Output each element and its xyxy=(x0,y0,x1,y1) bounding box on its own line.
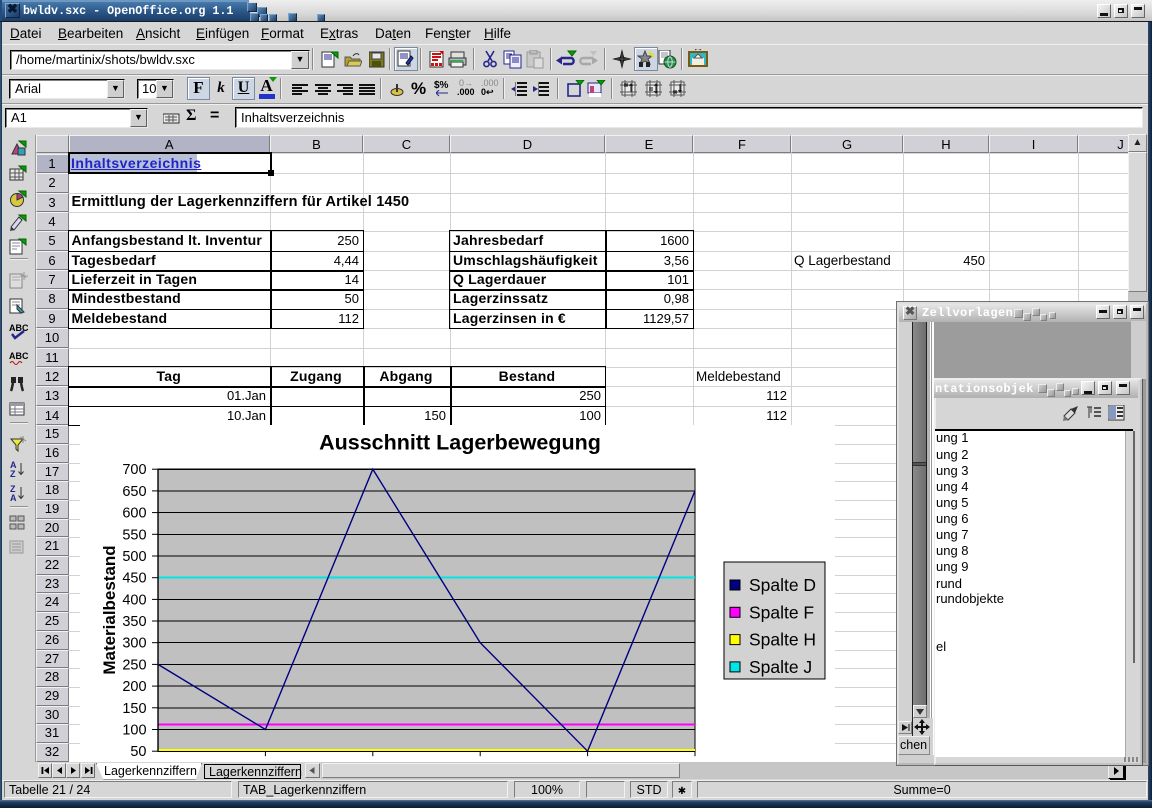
svg-text:600: 600 xyxy=(122,505,146,521)
svg-text:ABC: ABC xyxy=(9,351,28,361)
svg-text:150: 150 xyxy=(122,701,146,717)
svg-text:550: 550 xyxy=(122,527,146,543)
svg-text:Spalte J: Spalte J xyxy=(749,657,812,677)
svg-text:300: 300 xyxy=(122,635,146,651)
svg-text:650: 650 xyxy=(122,484,146,500)
svg-text:A: A xyxy=(10,493,17,502)
svg-text:Materialbestand: Materialbestand xyxy=(100,545,119,674)
svg-text:250: 250 xyxy=(122,657,146,673)
svg-text:400: 400 xyxy=(122,592,146,608)
svg-text:Spalte F: Spalte F xyxy=(749,602,814,622)
svg-text:200: 200 xyxy=(122,679,146,695)
svg-text:500: 500 xyxy=(122,549,146,565)
svg-text:700: 700 xyxy=(122,462,146,478)
svg-text:350: 350 xyxy=(122,614,146,630)
svg-text:100: 100 xyxy=(122,722,146,738)
svg-text:Spalte H: Spalte H xyxy=(749,629,816,649)
svg-text:ABC: ABC xyxy=(9,323,28,333)
svg-text:Z: Z xyxy=(10,469,16,478)
svg-text:Spalte D: Spalte D xyxy=(749,575,816,595)
svg-text:50: 50 xyxy=(130,744,146,760)
svg-text:450: 450 xyxy=(122,570,146,586)
svg-text:Ausschnitt Lagerbewegung: Ausschnitt Lagerbewegung xyxy=(319,430,601,454)
